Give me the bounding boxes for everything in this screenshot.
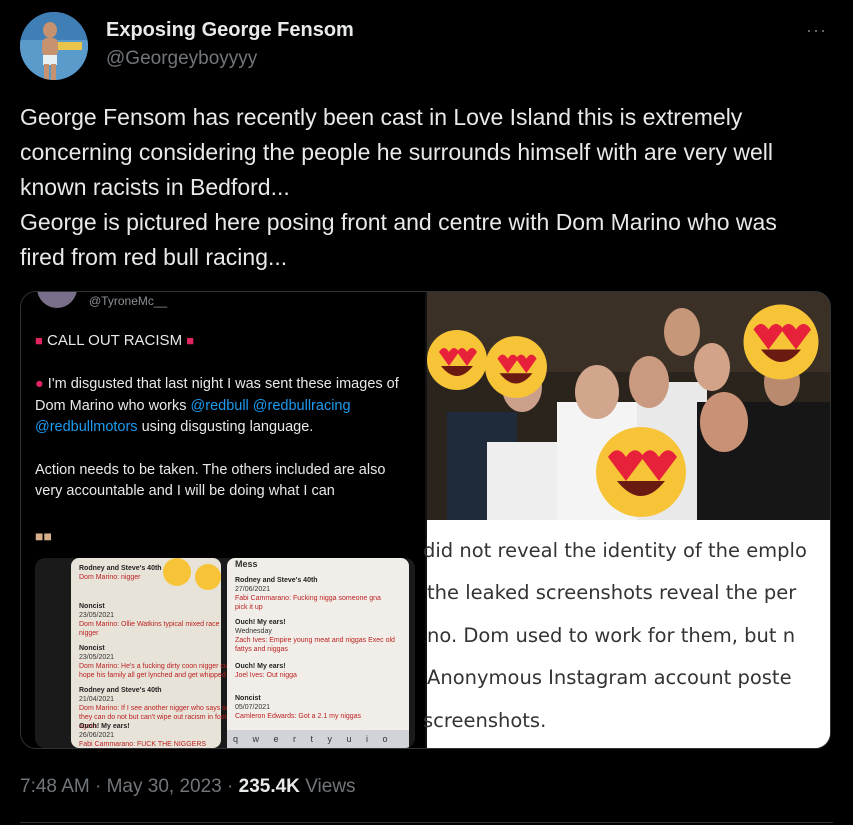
chat-item: Noncist 23/05/2021 Dom Marino: He's a fu…	[79, 644, 239, 680]
angry-face-icon: ●	[35, 376, 44, 392]
chat-date: 23/05/2021	[79, 612, 115, 619]
embedded-body: ● I'm disgusted that last night I was se…	[35, 374, 410, 503]
author-handle[interactable]: @Georgeyboyyyy	[106, 48, 257, 70]
embedded-link-redbull: @redbull	[190, 397, 249, 414]
heart-eyes-face-icon	[743, 304, 819, 380]
chat-screenshot-right: Mess Rodney and Steve's 40th 27/06/2021 …	[227, 558, 409, 748]
chat-date: 05/07/2021	[235, 704, 271, 711]
chat-title: Rodney and Steve's 40th	[79, 687, 162, 694]
chat-item: Ouch! My ears! Wednesday Zach Ives: Empi…	[235, 618, 395, 654]
chat-msg: Dom Marino: He's a fucking dirty coon ni…	[79, 663, 238, 679]
chat-title: Noncist	[79, 603, 105, 610]
article-line: did not reveal the identity of the emplo	[423, 539, 807, 562]
author-name[interactable]: Exposing George Fensom	[106, 19, 354, 42]
embedded-link-redbullracing: @redbullracing	[252, 397, 351, 414]
views-label: Views	[305, 776, 356, 797]
heart-eyes-face-icon	[485, 336, 547, 398]
embedded-link-redbullmotors: @redbullmotors	[35, 419, 138, 435]
media-image-right[interactable]: did not reveal the identity of the emplo…	[423, 292, 830, 748]
chat-header: Mess	[235, 559, 258, 569]
chat-msg: Camleron Edwards: Got a 2.1 my niggas	[235, 713, 362, 720]
tweet-time[interactable]: 7:48 AM	[20, 776, 90, 797]
heart-eyes-face-icon	[163, 558, 191, 586]
chat-item: Noncist 05/07/2021 Camleron Edwards: Got…	[235, 694, 395, 721]
article-line: the leaked screenshots reveal the per	[427, 581, 797, 604]
chat-item: Rodney and Steve's 40th 27/06/2021 Fabi …	[235, 576, 395, 612]
chat-msg: Fabi Cammarano: FUCK THE NIGGERS	[79, 741, 207, 748]
chat-screenshots: Rodney and Steve's 40th Dom Marino: nigg…	[35, 558, 415, 748]
chat-title: Noncist	[235, 695, 261, 702]
author-avatar[interactable]	[20, 12, 88, 80]
chat-item: Noncist 23/05/2021 Dom Marino: Ollie Wat…	[79, 602, 239, 638]
siren-icon: ■	[186, 333, 195, 348]
tweet-text: George Fensom has recently been cast in …	[20, 104, 777, 270]
media-image-left[interactable]: @TyroneMc__ ■ CALL OUT RACISM ■ ● I'm di…	[21, 292, 426, 748]
keyboard-row: q w e r t y u i o p	[227, 730, 409, 748]
chat-date: Wednesday	[235, 628, 272, 635]
tweet-media[interactable]: @TyroneMc__ ■ CALL OUT RACISM ■ ● I'm di…	[20, 291, 831, 749]
chat-msg: Dom Marino: Ollie Watkins typical mixed …	[79, 621, 220, 637]
siren-icon: ■	[35, 333, 43, 348]
chat-date: 26/06/2021	[79, 732, 115, 739]
chat-date: 27/06/2021	[235, 586, 271, 593]
views-count: 235.4K	[238, 776, 300, 797]
article-line: no. Dom used to work for them, but n	[427, 624, 796, 647]
separator: ·	[227, 776, 234, 797]
tweet-metadata: 7:48 AM · May 30, 2023 · 235.4K Views	[20, 776, 356, 798]
chat-item: Ouch! My ears! 26/06/2021 Fabi Cammarano…	[79, 722, 239, 748]
chat-title: Ouch! My ears!	[235, 619, 286, 626]
group-photo	[427, 292, 830, 520]
chat-date: 23/05/2021	[79, 654, 115, 661]
chat-title: Rodney and Steve's 40th	[235, 577, 318, 584]
embedded-para1-suffix: using disgusting language.	[137, 419, 314, 435]
chat-msg: Fabi Cammarano: Fucking nigga someone gn…	[235, 595, 381, 611]
embedded-handle: @TyroneMc__	[89, 294, 168, 308]
chat-title: Ouch! My ears!	[235, 663, 286, 670]
chat-title: Noncist	[79, 645, 105, 652]
heart-eyes-face-icon	[596, 427, 686, 517]
embedded-para2: Action needs to be taken. The others inc…	[35, 461, 386, 500]
tweet-date[interactable]: May 30, 2023	[107, 776, 222, 797]
heart-eyes-face-icon	[427, 330, 487, 390]
more-icon[interactable]: ···	[806, 20, 827, 41]
tweet-header: Exposing George Fensom @Georgeyboyyyy ··…	[20, 12, 833, 82]
avatar-photo-icon	[20, 12, 88, 80]
article-excerpt: did not reveal the identity of the emplo…	[423, 520, 830, 748]
chat-title: Ouch! My ears!	[79, 723, 130, 730]
heart-eyes-face-icon	[195, 564, 221, 590]
chat-date: 21/04/2021	[79, 696, 115, 703]
divider-line	[20, 822, 833, 823]
article-line: Anonymous Instagram account poste	[427, 666, 792, 689]
separator: ·	[95, 776, 102, 797]
chat-item: Ouch! My ears! Joel Ives: Out nigga	[235, 662, 395, 680]
fist-bump-icon: ■■	[35, 528, 52, 544]
chat-msg: Joel Ives: Out nigga	[235, 672, 297, 679]
embedded-heading-text: CALL OUT RACISM	[47, 332, 183, 349]
chat-msg: Zach Ives: Empire young meat and niggas …	[235, 637, 395, 653]
embedded-heading: ■ CALL OUT RACISM ■	[35, 332, 194, 349]
embedded-avatar	[37, 292, 77, 308]
article-line: screenshots.	[423, 709, 547, 732]
